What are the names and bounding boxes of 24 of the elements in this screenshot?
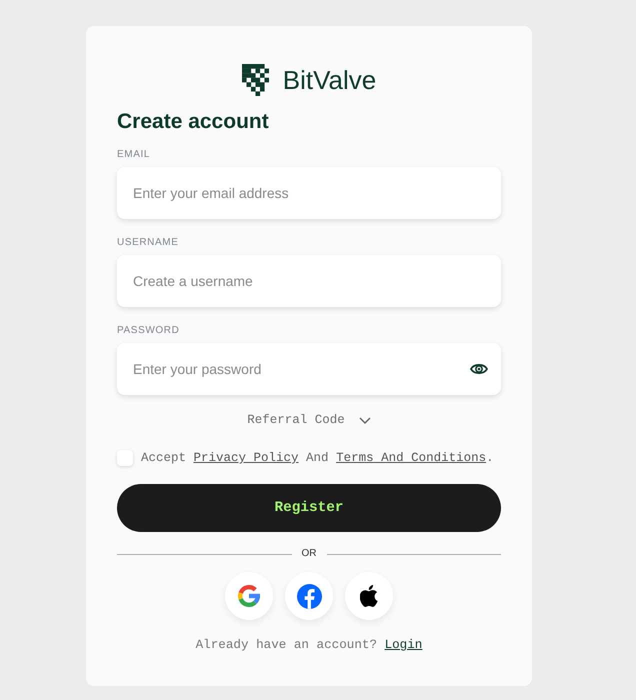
divider-text: OR xyxy=(302,548,316,560)
eye-icon[interactable] xyxy=(470,362,488,376)
referral-code-toggle[interactable]: Referral Code xyxy=(247,411,371,429)
field-label: PASSWORD xyxy=(117,325,180,337)
logo-text: BitValve xyxy=(282,64,376,96)
page-heading: Create account xyxy=(117,109,269,135)
social-login-button[interactable] xyxy=(345,572,393,620)
policy-link[interactable]: Privacy Policy xyxy=(194,451,299,465)
field-label: EMAIL xyxy=(117,149,150,161)
f-logo-icon xyxy=(296,584,322,608)
chevron-icon xyxy=(358,416,371,424)
apple-icon xyxy=(360,585,378,607)
policy-link[interactable]: Terms And Conditions xyxy=(336,451,486,465)
input-field[interactable]: Create a username xyxy=(117,255,501,307)
footer-text: Already have an account? Login xyxy=(196,637,422,654)
input-field[interactable]: Enter your email address xyxy=(117,167,501,219)
input-field[interactable]: Enter your password xyxy=(117,343,501,395)
terms-text: Accept Privacy Policy And Terms And Conditions. xyxy=(141,450,494,466)
g-logo-icon xyxy=(238,585,260,607)
login-link[interactable]: Login xyxy=(384,638,422,652)
checkbox[interactable] xyxy=(117,450,133,466)
field-label: USERNAME xyxy=(117,237,178,249)
register-button[interactable]: Register xyxy=(117,484,501,532)
pixel-logo-icon xyxy=(242,64,269,96)
